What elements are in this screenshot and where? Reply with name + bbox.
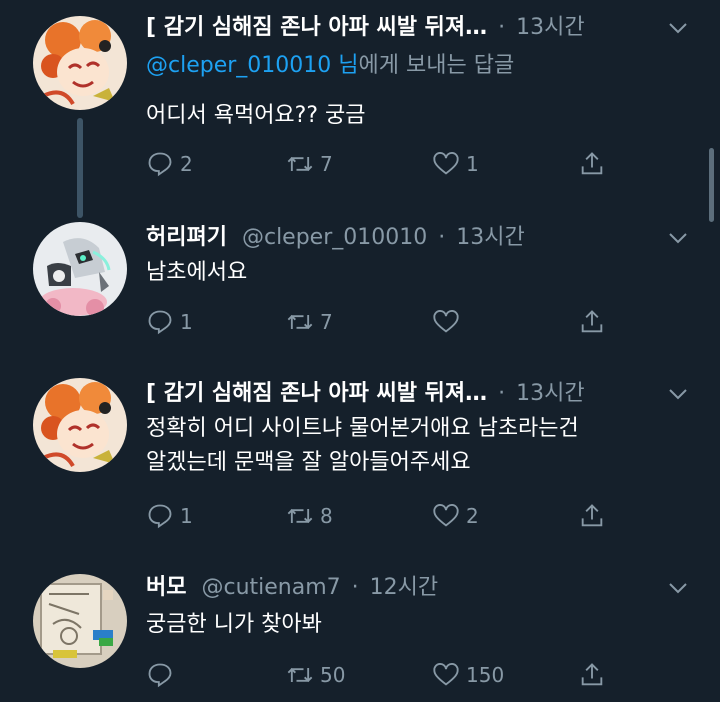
user-handle[interactable]: @cutienam7 [201,575,340,600]
reply-button[interactable] [146,658,180,692]
orange-cartoon-avatar-icon [33,16,127,110]
share-icon [581,663,603,686]
like-button[interactable]: 150 [432,658,504,692]
reply-button[interactable]: 1 [146,305,193,339]
tweet-actions: 1 7 [146,305,616,339]
share-icon [581,310,603,333]
share-icon [581,504,603,527]
tweet-text: 궁금한 니가 찾아봐 [146,612,322,637]
heart-icon [433,503,459,527]
chevron-down-icon[interactable] [666,226,690,250]
avatar[interactable] [33,574,127,668]
sketch-drawing-avatar-icon [33,574,127,668]
chevron-down-icon[interactable] [666,382,690,406]
share-button[interactable] [578,499,612,533]
tweet-header: [ 감기 심해짐 존나 아파 씨발 뒤져… · 13시간 [146,376,680,412]
tweet-actions: 2 7 1 [146,147,616,181]
reply-count: 1 [180,310,193,334]
like-button[interactable] [432,305,466,339]
like-count: 1 [466,152,479,176]
chevron-down-icon[interactable] [666,16,690,40]
tweet-text-line: 알겠는데 문맥을 잘 알아들어주세요 [146,450,471,475]
tweet-header: 버모 @cutienam7 · 12시간 [146,570,680,606]
retweet-button[interactable]: 50 [286,658,345,692]
reply-button[interactable]: 2 [146,147,193,181]
retweet-icon [287,667,313,683]
mention-link[interactable]: @cleper_010010 님 [146,53,359,78]
retweet-count: 7 [320,310,333,334]
reply-icon [148,663,172,688]
timestamp[interactable]: 13시간 [516,381,584,406]
heart-icon [433,151,459,175]
timestamp[interactable]: 13시간 [516,15,584,40]
reply-count: 1 [180,504,193,528]
scrollbar[interactable] [709,148,714,222]
tweet-header: 허리펴기 @cleper_010010 · 13시간 [146,220,680,256]
tweet-actions: 1 8 2 [146,499,616,533]
reply-icon [148,504,172,529]
retweet-button[interactable]: 7 [286,305,333,339]
display-name[interactable]: [ 감기 심해짐 존나 아파 씨발 뒤져… [146,381,487,406]
retweet-icon [287,314,313,330]
tweet-4[interactable]: 버모 @cutienam7 · 12시간 궁금한 니가 찾아봐 50 150 [0,570,720,702]
display-name[interactable]: 허리펴기 [146,225,227,250]
thread-line [77,118,83,218]
reply-to-suffix: 에게 보내는 답글 [358,53,515,78]
separator-dot: · [498,15,506,40]
chevron-down-icon[interactable] [666,576,690,600]
share-button[interactable] [578,147,612,181]
avatar[interactable] [33,16,127,110]
like-button[interactable]: 2 [432,499,479,533]
separator-dot: · [498,381,506,406]
reply-count: 2 [180,152,193,176]
separator-dot: · [438,225,446,250]
avatar[interactable] [33,222,127,316]
timestamp[interactable]: 13시간 [456,225,524,250]
orange-cartoon-avatar-icon [33,378,127,472]
heart-icon [433,662,459,686]
share-icon [581,152,603,175]
tweet-1[interactable]: [ 감기 심해짐 존나 아파 씨발 뒤져… · 13시간 @cleper_010… [0,10,720,218]
tweet-text: 정확히 어디 사이트냐 물어본거애요 남초라는건 알겠는데 문맥을 잘 알아들어… [146,412,690,480]
retweet-icon [287,508,313,524]
display-name[interactable]: 버모 [146,575,186,600]
share-button[interactable] [578,305,612,339]
retweet-count: 50 [320,663,346,687]
retweet-count: 7 [320,152,333,176]
heart-icon [433,309,459,333]
retweet-button[interactable]: 8 [286,499,333,533]
replying-to: @cleper_010010 님에게 보내는 답글 [146,50,514,82]
retweet-icon [287,156,313,172]
tweet-text-line: 정확히 어디 사이트냐 물어본거애요 남초라는건 [146,416,579,441]
timestamp[interactable]: 12시간 [370,575,438,600]
reply-button[interactable]: 1 [146,499,193,533]
retweet-button[interactable]: 7 [286,147,333,181]
reply-thread: [ 감기 심해짐 존나 아파 씨발 뒤져… · 13시간 @cleper_010… [0,0,720,702]
tweet-text: 어디서 욕먹어요?? 궁금 [146,103,366,128]
share-button[interactable] [578,658,612,692]
like-count: 150 [466,663,505,687]
reply-icon [148,152,172,177]
like-count: 2 [466,504,479,528]
robot-character-avatar-icon [33,222,127,316]
tweet-actions: 50 150 [146,658,616,692]
avatar[interactable] [33,378,127,472]
tweet-header: [ 감기 심해짐 존나 아파 씨발 뒤져… · 13시간 [146,10,680,46]
like-button[interactable]: 1 [432,147,479,181]
reply-icon [148,310,172,335]
display-name[interactable]: [ 감기 심해짐 존나 아파 씨발 뒤져… [146,15,487,40]
tweet-2[interactable]: 허리펴기 @cleper_010010 · 13시간 남초에서요 1 7 [0,220,720,350]
retweet-count: 8 [320,504,333,528]
user-handle[interactable]: @cleper_010010 [242,225,427,250]
tweet-3[interactable]: [ 감기 심해짐 존나 아파 씨발 뒤져… · 13시간 정확히 어디 사이트냐… [0,376,720,546]
tweet-text: 남초에서요 [146,260,248,285]
separator-dot: · [351,575,359,600]
